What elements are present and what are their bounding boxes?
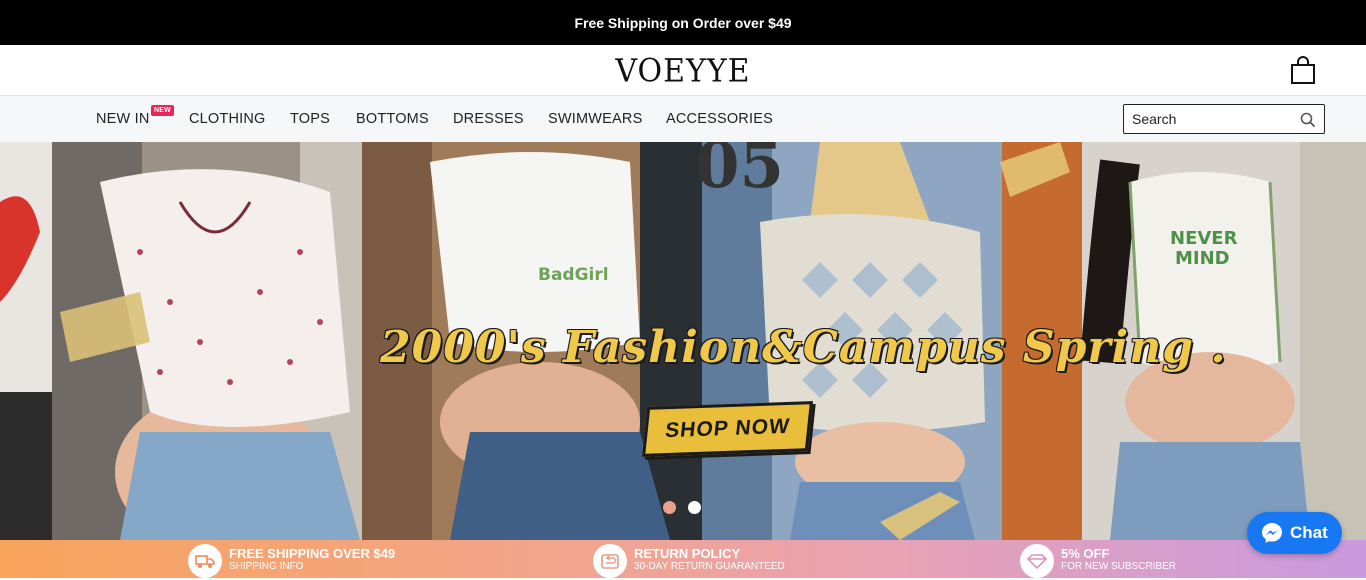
feature-discount[interactable]: 5% OFF FOR NEW SUBSCRIBER [1020,544,1176,580]
return-icon [593,544,627,578]
nav-item-clothing[interactable]: CLOTHING [189,111,266,127]
feature-subtitle: FOR NEW SUBSCRIBER [1061,561,1177,572]
nav-item-swimwears[interactable]: SWIMWEARS [548,111,642,127]
search-input[interactable] [1124,105,1294,133]
feature-subtitle: 30-DAY RETURN GUARANTEED [634,561,785,572]
feature-title: 5% OFF [1061,546,1110,561]
nav-item-new-in[interactable]: NEW IN NEW [96,105,174,127]
chat-button[interactable]: Chat [1247,512,1342,554]
feature-subtitle: SHIPPING INFO [229,561,304,572]
messenger-icon [1262,523,1282,543]
search-icon[interactable] [1300,112,1316,128]
nevermind-print-1: NEVER [1170,228,1238,249]
shop-now-label: SHOP NOW [663,414,792,443]
hero-banner[interactable]: 05 BadGirl NEVER MIND 2000's Fashion&Cam… [0,142,1366,540]
nav-item-bottoms[interactable]: BOTTOMS [356,111,429,127]
nav-item-accessories[interactable]: ACCESSORIES [666,111,773,127]
announcement-text: Free Shipping on Order over $49 [574,14,792,31]
shop-now-button[interactable]: SHOP NOW [642,401,813,457]
site-header: VOEYYE [0,45,1366,96]
truck-icon [188,544,222,578]
shopping-bag-icon[interactable] [1290,55,1316,85]
feature-strip: FREE SHIPPING OVER $49 SHIPPING INFO RET… [0,540,1366,578]
nav-label: NEW IN [96,111,150,127]
badgirl-print: BadGirl [538,265,609,285]
feature-return-policy[interactable]: RETURN POLICY 30-DAY RETURN GUARANTEED [593,544,785,580]
nav-item-dresses[interactable]: DRESSES [453,111,524,127]
main-nav: NEW IN NEW CLOTHING TOPS BOTTOMS DRESSES… [0,96,1366,142]
nevermind-print-2: MIND [1175,248,1230,269]
search-box [1123,104,1325,134]
announcement-bar: Free Shipping on Order over $49 [0,0,1366,45]
brand-logo[interactable]: VOEYYE [0,53,1366,90]
carousel-dot-2[interactable] [688,501,701,514]
feature-title: RETURN POLICY [634,546,741,561]
feature-free-shipping[interactable]: FREE SHIPPING OVER $49 SHIPPING INFO [188,544,395,580]
diamond-icon [1020,544,1054,578]
feature-title: FREE SHIPPING OVER $49 [229,546,396,561]
new-badge: NEW [151,105,174,116]
nav-item-tops[interactable]: TOPS [290,111,330,127]
hero-headline: 2000's Fashion&Campus Spring . [380,322,1227,373]
chat-label: Chat [1290,523,1328,542]
carousel-dot-1[interactable] [663,501,676,514]
